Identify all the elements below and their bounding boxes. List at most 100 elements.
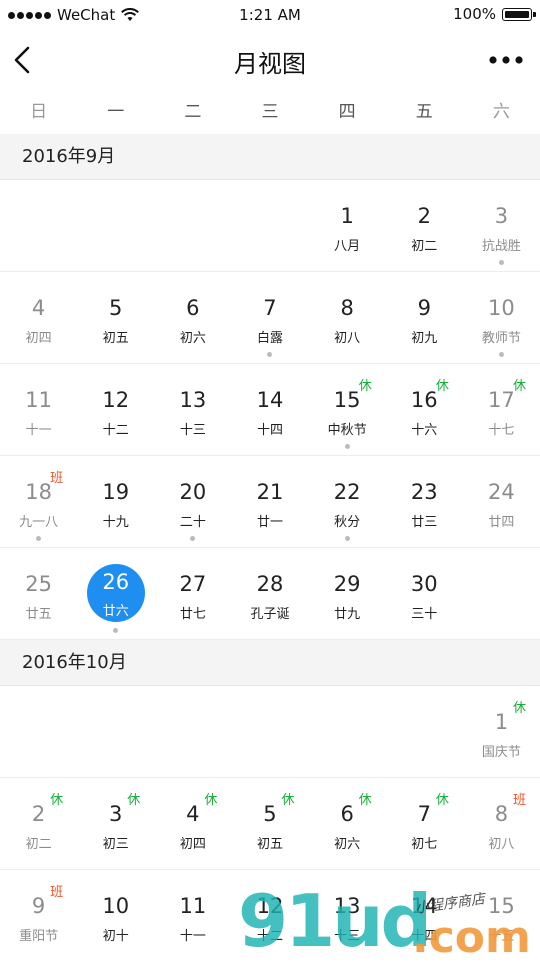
day-cell[interactable]: 21 廿一 — [231, 456, 308, 547]
day-cell[interactable]: 13 十三 — [309, 870, 386, 961]
day-cell[interactable]: 1 国庆节 休 — [463, 686, 540, 777]
day-cell[interactable]: 24 廿四 — [463, 456, 540, 547]
lunar-date: 廿六 — [102, 604, 129, 619]
week-row: 1 八月 2 初二 3 抗战胜 — [0, 180, 540, 272]
lunar-date: 十四 — [256, 423, 283, 438]
day-cell[interactable]: 30 三十 — [386, 548, 463, 639]
weekday-label: 五 — [415, 102, 433, 122]
day-cell[interactable]: 9 初九 — [386, 272, 463, 363]
lunar-date: 十六 — [411, 423, 438, 438]
day-cell[interactable]: 7 白露 — [231, 272, 308, 363]
day-number: 15 — [333, 388, 361, 412]
lunar-date: 初二 — [25, 837, 52, 852]
day-cell[interactable]: 14 十四 — [386, 870, 463, 961]
day-cell[interactable]: 3 初三 休 — [77, 778, 154, 869]
day-cell[interactable]: 4 初四 休 — [154, 778, 231, 869]
day-cell[interactable]: 25 廿五 — [0, 548, 77, 639]
event-dot-icon — [498, 352, 504, 357]
lunar-date: 孔子诞 — [250, 607, 290, 622]
day-cell[interactable]: 11 十一 — [154, 870, 231, 961]
week-row: 2 初二休 3 初三休 4 初四休 5 初五休 6 初六休 7 初七休 8 初八班 — [0, 778, 540, 870]
day-cell[interactable]: 13 十三 — [154, 364, 231, 455]
day-cell[interactable]: 15 中秋节 休 — [309, 364, 386, 455]
lunar-date: 三十 — [411, 607, 438, 622]
empty-day-cell — [0, 686, 77, 777]
day-cell[interactable]: 9 重阳节 班 — [0, 870, 77, 961]
day-number: 28 — [256, 572, 284, 596]
event-dot-icon — [36, 536, 42, 541]
day-cell[interactable]: 6 初六 休 — [309, 778, 386, 869]
workday-badge: 班 — [50, 471, 64, 486]
day-cell[interactable]: 10 初十 — [77, 870, 154, 961]
day-cell[interactable]: 7 初七 休 — [386, 778, 463, 869]
battery-percent: 100% — [453, 5, 496, 23]
day-cell[interactable]: 8 初八 班 — [463, 778, 540, 869]
empty-day-cell — [386, 686, 463, 777]
day-cell[interactable]: 12 十二 — [231, 870, 308, 961]
day-cell[interactable]: 10 教师节 — [463, 272, 540, 363]
day-number: 11 — [179, 894, 207, 918]
more-options-icon[interactable] — [488, 50, 524, 70]
day-number: 18 — [25, 480, 52, 504]
lunar-date: 初六 — [334, 837, 361, 852]
lunar-date: 白露 — [256, 331, 283, 346]
day-cell[interactable]: 5 初五 休 — [231, 778, 308, 869]
day-number: 16 — [410, 388, 438, 412]
empty-day-cell — [77, 180, 154, 271]
day-cell[interactable]: 18 九一八 班 — [0, 456, 77, 547]
day-cell[interactable]: 12 十二 — [77, 364, 154, 455]
lunar-date: 初六 — [179, 331, 206, 346]
lunar-date: 初四 — [179, 837, 206, 852]
day-cell[interactable]: 16 十六 休 — [386, 364, 463, 455]
day-cell[interactable]: 20 二十 — [154, 456, 231, 547]
empty-day-cell — [77, 686, 154, 777]
holiday-badge: 休 — [435, 793, 449, 808]
lunar-date: 初五 — [102, 331, 129, 346]
day-cell[interactable]: 28 孔子诞 — [231, 548, 308, 639]
day-number: 14 — [410, 894, 438, 918]
day-number: 9 — [31, 894, 46, 918]
day-cell[interactable]: 27 廿七 — [154, 548, 231, 639]
day-number: 21 — [256, 480, 284, 504]
day-cell[interactable]: 3 抗战胜 — [463, 180, 540, 271]
day-cell[interactable]: 6 初六 — [154, 272, 231, 363]
month-header: 2016年9月 — [0, 134, 540, 180]
lunar-date: 九一八 — [19, 515, 59, 530]
status-bar: WeChat 1:21 AM 100% — [0, 0, 540, 30]
month-header: 2016年10月 — [0, 640, 540, 686]
day-cell[interactable]: 15 十五 — [463, 870, 540, 961]
day-number: 29 — [333, 572, 361, 596]
lunar-date: 廿一 — [256, 515, 283, 530]
lunar-date: 十一 — [179, 929, 206, 944]
day-cell[interactable]: 19 十九 — [77, 456, 154, 547]
lunar-date: 十五 — [488, 929, 515, 944]
day-number: 12 — [102, 388, 130, 412]
back-arrow-icon[interactable] — [8, 42, 40, 78]
day-cell[interactable]: 22 秋分 — [309, 456, 386, 547]
day-cell-selected[interactable]: 26 廿六 — [77, 548, 154, 639]
day-cell[interactable]: 11 十一 — [0, 364, 77, 455]
day-cell[interactable]: 29 廿九 — [309, 548, 386, 639]
day-cell[interactable]: 1 八月 — [309, 180, 386, 271]
empty-day-cell — [463, 548, 540, 639]
day-number: 19 — [102, 480, 130, 504]
holiday-badge: 休 — [281, 793, 295, 808]
event-dot-icon — [498, 260, 504, 265]
day-cell[interactable]: 2 初二 — [386, 180, 463, 271]
lunar-date: 十二 — [102, 423, 129, 438]
day-number: 22 — [333, 480, 361, 504]
holiday-badge: 休 — [358, 379, 372, 394]
lunar-date: 十三 — [334, 929, 361, 944]
empty-day-cell — [154, 180, 231, 271]
day-number: 4 — [31, 296, 46, 320]
day-cell[interactable]: 5 初五 — [77, 272, 154, 363]
workday-badge: 班 — [50, 885, 64, 900]
day-cell[interactable]: 2 初二 休 — [0, 778, 77, 869]
week-row: 25 廿五 26 廿六 27 廿七 28 孔子诞 29 廿九 30 三十 — [0, 548, 540, 640]
day-cell[interactable]: 17 十七 休 — [463, 364, 540, 455]
battery-icon — [502, 7, 536, 21]
day-cell[interactable]: 23 廿三 — [386, 456, 463, 547]
day-cell[interactable]: 4 初四 — [0, 272, 77, 363]
day-cell[interactable]: 8 初八 — [309, 272, 386, 363]
day-cell[interactable]: 14 十四 — [231, 364, 308, 455]
